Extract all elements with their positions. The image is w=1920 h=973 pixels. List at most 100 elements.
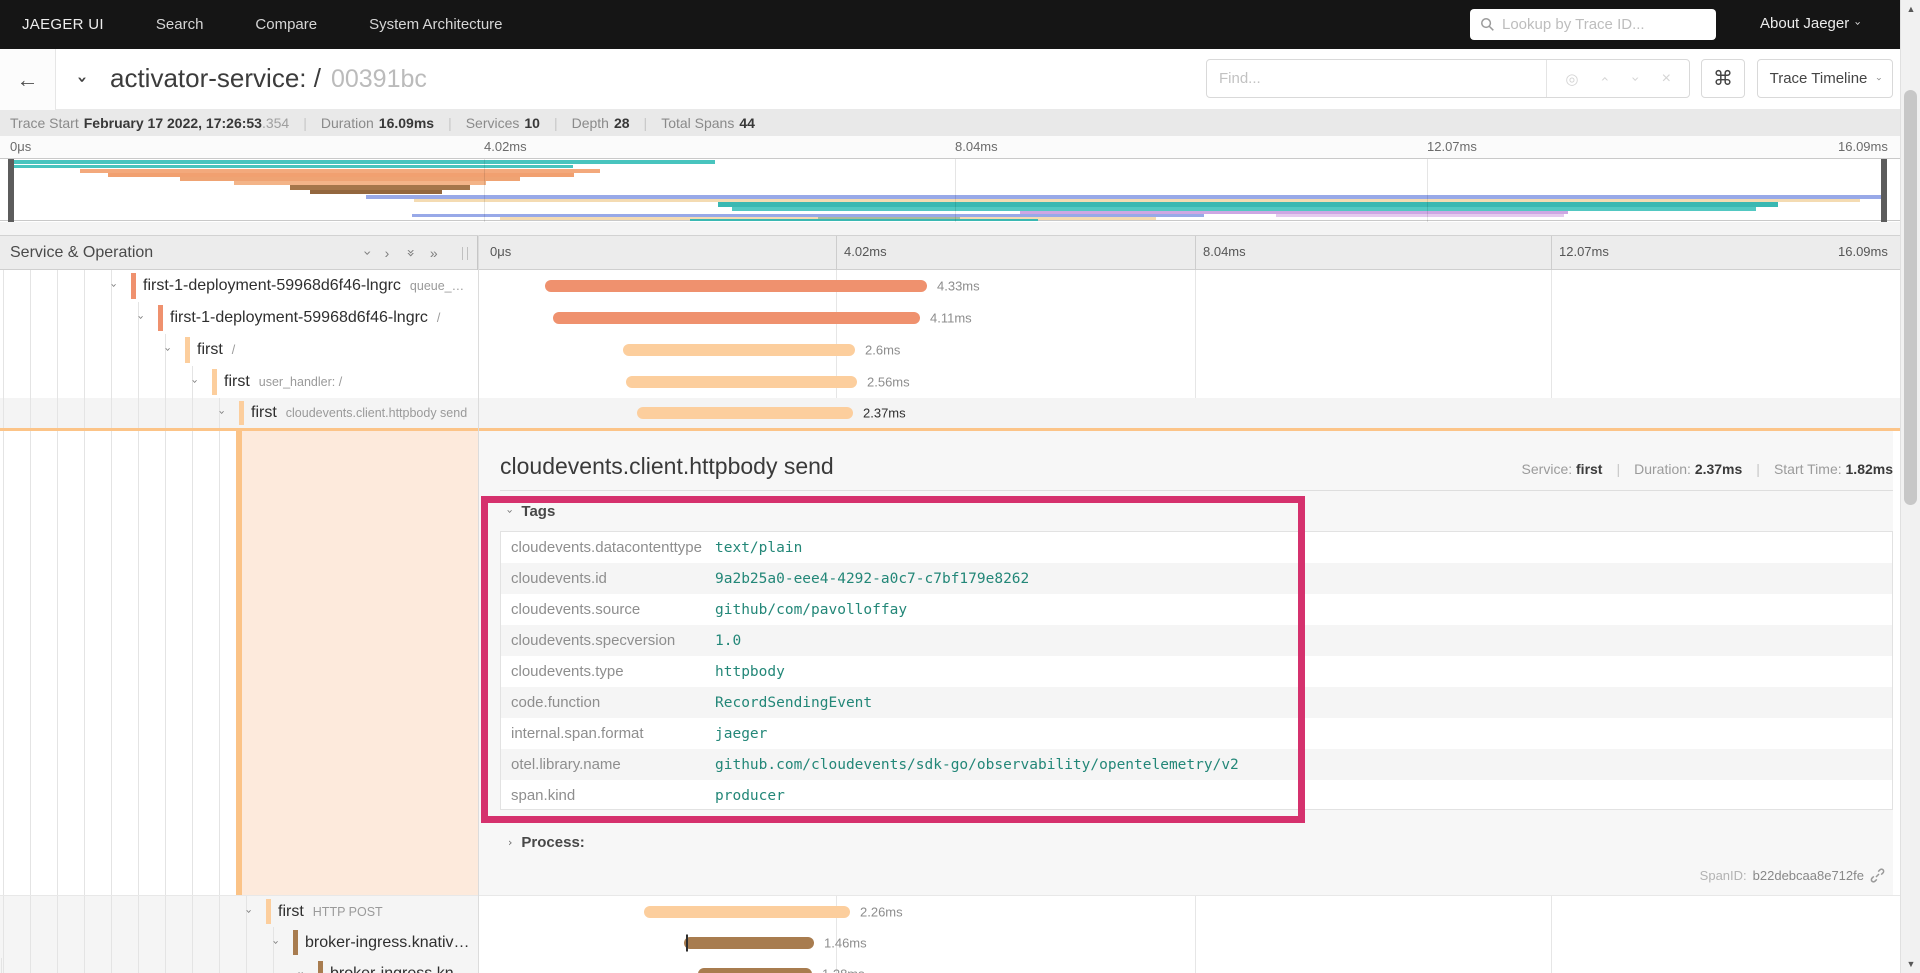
span-operation: / [231,343,236,357]
depth-label: Depth [571,115,609,131]
tag-key: cloudevents.id [511,570,607,587]
trace-lookup-input[interactable] [1502,16,1706,33]
find-input[interactable] [1207,70,1547,87]
span-bar[interactable] [684,936,814,949]
next-result-icon[interactable]: › [1627,76,1643,82]
chevron-right-icon: › [508,836,513,849]
process-section-toggle[interactable]: › Process: [508,834,585,851]
span-row-selected[interactable]: › first cloudevents.client.httpbody send … [0,398,1920,431]
tag-row[interactable]: cloudevents.id 9a2b25a0-eee4-4292-a0c7-c… [501,563,1892,594]
expand-one-icon[interactable]: › [385,245,390,261]
tag-key: cloudevents.source [511,601,641,618]
span-bar[interactable] [553,312,920,324]
span-duration: 2.56ms [867,374,910,390]
span-log-marker[interactable] [686,934,688,951]
span-bar[interactable] [623,344,855,356]
span-row[interactable]: › broker-ingress.kn… 1.28ms [0,958,1920,973]
trace-meta-bar: Trace Start February 17 2022, 17:26:53 .… [0,110,1920,136]
collapse-one-icon[interactable]: › [358,250,375,256]
span-row[interactable]: › first user_handler: / 2.56ms [0,366,1920,398]
tag-row[interactable]: cloudevents.datacontenttype text/plain [501,532,1892,563]
chevron-down-icon[interactable]: › [135,312,148,324]
span-row[interactable]: › broker-ingress.knativ… 1.46ms [0,927,1920,958]
chevron-down-icon[interactable]: › [216,407,229,419]
service-operation-header: Service & Operation [10,244,154,261]
back-arrow-icon: ← [16,66,39,92]
expand-all-icon[interactable]: » [430,245,438,261]
chevron-down-icon[interactable]: › [189,376,202,388]
span-bar[interactable] [698,967,812,973]
span-row[interactable]: › first-1-deployment-59968d6f46-lngrc / 4… [0,302,1920,334]
span-duration: 2.6ms [865,342,901,358]
tag-row[interactable]: cloudevents.source github/com/pavolloffa… [501,594,1892,625]
scrollbar-thumb[interactable] [1904,90,1917,505]
span-row[interactable]: › first-1-deployment-59968d6f46-lngrc que… [0,270,1920,302]
span-bar[interactable] [545,280,927,292]
timeline-tick: 0μs [490,244,512,259]
nav-item-search[interactable]: Search [156,16,204,33]
prev-result-icon[interactable]: › [1597,76,1613,82]
app-logo[interactable]: JAEGER UI [22,16,104,33]
tags-section-toggle[interactable]: › Tags [504,503,556,520]
collapse-all-icon[interactable]: » [402,249,419,258]
column-resize-handle[interactable] [462,247,468,260]
span-service: broker-ingress.kn… [330,964,470,973]
span-bar[interactable] [626,376,857,388]
tag-row[interactable]: cloudevents.specversion 1.0 [501,625,1892,656]
chevron-down-icon[interactable]: › [295,968,308,973]
span-operation: queue_… [409,279,465,293]
span-row[interactable]: › first / 2.6ms [0,334,1920,366]
span-bar[interactable] [644,905,850,918]
focus-match-icon[interactable]: ◎ [1565,70,1578,88]
timeline-tick: 12.07ms [1559,244,1609,259]
span-row[interactable]: › first HTTP POST 2.26ms [0,896,1920,927]
services-label: Services [465,115,520,131]
minimap-axis: 0μs 4.02ms 8.04ms 12.07ms 16.09ms [0,136,1920,158]
minimap-right-handle[interactable] [1881,159,1887,222]
timeline-tick: 4.02ms [844,244,887,259]
chevron-down-icon[interactable]: › [108,280,121,292]
span-id: SpanID: b22debcaa8e712fe [1700,868,1885,883]
trace-minimap[interactable] [0,158,1920,222]
tag-key: otel.library.name [511,756,621,773]
minimap-left-handle[interactable] [8,159,14,222]
tag-key: span.kind [511,787,576,804]
nav-item-system-architecture[interactable]: System Architecture [369,16,502,33]
total-spans-label: Total Spans [661,115,735,131]
jaeger-trace-page: JAEGER UI Search Compare System Architec… [0,0,1920,973]
tag-key: internal.span.format [511,725,644,742]
span-detail-panel: cloudevents.client.httpbody send Service… [479,431,1893,895]
span-bar[interactable] [637,407,853,419]
tag-value: 9a2b25a0-eee4-4292-a0c7-c7bf179e8262 [715,570,1030,587]
tag-row[interactable]: otel.library.name github.com/cloudevents… [501,749,1892,780]
collapse-trace-chevron-icon[interactable]: › [72,76,92,83]
detail-service-label: Service: [1521,461,1573,477]
trace-lookup-box[interactable] [1470,9,1716,40]
tag-row[interactable]: internal.span.format jaeger [501,718,1892,749]
span-duration: 4.33ms [937,278,980,294]
total-spans-value: 44 [739,115,755,131]
tag-row[interactable]: span.kind producer [501,780,1892,811]
about-jaeger-menu[interactable]: About Jaeger › [1760,15,1865,32]
tag-row[interactable]: code.function RecordSendingEvent [501,687,1892,718]
depth-value: 28 [613,115,630,131]
trace-view-selector[interactable]: Trace Timeline › [1757,59,1893,98]
chevron-down-icon[interactable]: › [243,906,256,918]
span-operation: HTTP POST [312,904,383,919]
vertical-scrollbar[interactable]: ▲ ▼ [1900,0,1920,973]
services-value: 10 [524,115,540,131]
chevron-down-icon[interactable]: › [162,344,175,356]
clear-find-icon[interactable]: × [1662,70,1671,88]
trace-start-label: Trace Start [10,115,79,131]
tag-row[interactable]: cloudevents.type httpbody [501,656,1892,687]
find-toolbar: ◎ › › × [1206,59,1690,98]
chevron-down-icon[interactable]: › [270,937,283,949]
trace-title: activator-service: /00391bc [110,63,427,93]
back-button[interactable]: ← [0,49,56,110]
scroll-up-arrow-icon[interactable]: ▲ [1901,0,1920,18]
nav-item-compare[interactable]: Compare [255,16,317,33]
scroll-down-arrow-icon[interactable]: ▼ [1901,955,1920,973]
span-rows: › first-1-deployment-59968d6f46-lngrc que… [0,270,1920,431]
copy-link-icon[interactable] [1870,868,1885,883]
keyboard-shortcuts-button[interactable]: ⌘ [1701,59,1745,98]
